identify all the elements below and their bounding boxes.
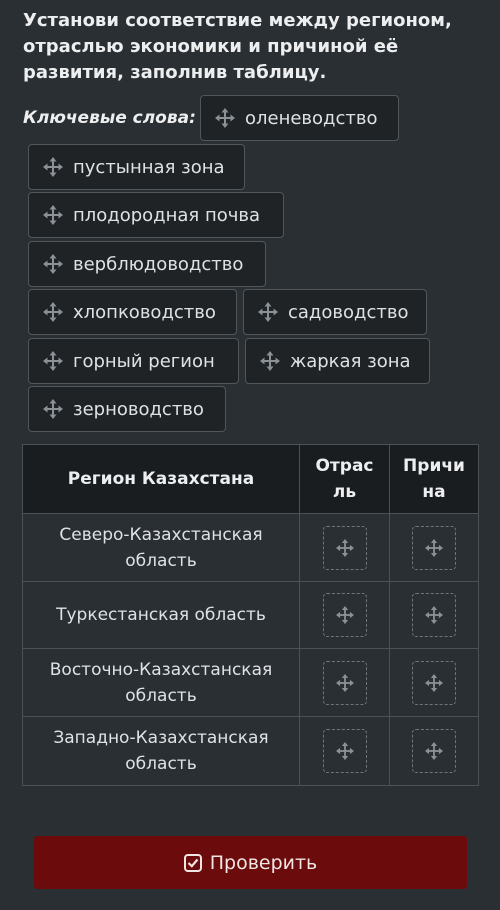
keyword-chip-label: горный регион	[73, 350, 215, 372]
keyword-chip-gardening[interactable]: садоводство	[243, 289, 427, 335]
answer-table: Регион Казахстана Отрас ль Причи на Севе…	[22, 444, 479, 786]
table-row-region: Северо-Казахстанская область	[22, 513, 300, 582]
region-name-line-2: область	[125, 685, 197, 706]
region-name-line-2: область	[125, 754, 197, 774]
task-line-1: Установи соответствие между регионом,	[23, 10, 452, 31]
keyword-chip-desert-zone[interactable]: пустынная зона	[28, 144, 245, 190]
move-icon	[335, 538, 354, 557]
industry-cell	[299, 716, 390, 786]
move-icon	[43, 254, 63, 274]
header-industry-line-1: Отрас	[315, 456, 374, 476]
industry-cell	[299, 648, 390, 717]
reason-cell	[389, 716, 479, 786]
reason-drop-zone[interactable]	[412, 525, 456, 570]
keyword-chip-mountain-region[interactable]: горный регион	[28, 338, 239, 384]
keyword-chip-reindeer-herding[interactable]: оленеводство	[200, 95, 399, 141]
reason-drop-zone[interactable]	[412, 593, 456, 637]
industry-cell	[299, 581, 390, 649]
move-icon	[425, 673, 443, 692]
move-icon	[425, 606, 443, 624]
keyword-chip-grain-farming[interactable]: зерноводство	[28, 386, 226, 432]
reason-drop-zone[interactable]	[412, 660, 456, 705]
industry-drop-zone[interactable]	[322, 525, 367, 570]
reason-cell	[389, 581, 479, 649]
keyword-chip-fertile-soil[interactable]: плодородная почва	[28, 192, 284, 238]
task-line-3: развития, заполнив таблицу.	[23, 62, 327, 83]
region-name-line-1: Туркестанская область	[56, 605, 266, 625]
move-icon	[335, 673, 354, 692]
reason-drop-zone[interactable]	[412, 729, 456, 773]
keyword-chip-label: плодородная почва	[73, 204, 261, 226]
move-icon	[425, 538, 443, 557]
move-icon	[258, 302, 278, 322]
move-icon	[260, 351, 280, 371]
keyword-chip-label: пустынная зона	[73, 156, 225, 178]
move-icon	[425, 742, 443, 760]
move-icon	[215, 108, 235, 128]
industry-drop-zone[interactable]	[322, 729, 367, 773]
industry-cell	[299, 513, 390, 582]
keywords-label: Ключевые слова:	[23, 108, 196, 128]
keyword-chip-label: оленеводство	[245, 107, 378, 129]
header-region: Регион Казахстана	[22, 444, 300, 514]
reason-cell	[389, 648, 479, 717]
check-button-label: Проверить	[209, 851, 318, 874]
region-name-line-1: Восточно-Казахстанская	[49, 659, 273, 680]
keyword-chip-label: садоводство	[288, 301, 409, 323]
move-icon	[43, 302, 63, 322]
keyword-chip-label: жаркая зона	[290, 350, 411, 372]
region-name-line-1: Северо-Казахстанская	[59, 524, 263, 545]
industry-drop-zone[interactable]	[322, 593, 367, 637]
move-icon	[43, 399, 63, 419]
move-icon	[43, 205, 63, 225]
move-icon	[335, 742, 354, 760]
keyword-chip-label: верблюдоводство	[73, 253, 244, 275]
table-row-region: Западно-Казахстанская область	[22, 716, 300, 786]
task-title: Установи соответствие между регионом, от…	[23, 8, 483, 86]
task-line-2: отраслью экономики и причиной её	[23, 36, 399, 57]
table-row-region: Туркестанская область	[22, 581, 300, 649]
keyword-chip-label: зерноводство	[73, 398, 204, 420]
checkbox-check-icon	[183, 853, 202, 872]
keyword-chip-hot-zone[interactable]: жаркая зона	[245, 338, 430, 384]
keyword-chip-cotton-growing[interactable]: хлопководство	[28, 289, 237, 335]
move-icon	[43, 351, 63, 371]
header-industry: Отрас ль	[299, 444, 390, 514]
reason-cell	[389, 513, 479, 582]
keyword-chip-label: хлопководство	[73, 301, 216, 323]
header-reason-line-1: Причи	[403, 456, 465, 476]
table-row-region: Восточно-Казахстанская область	[22, 648, 300, 717]
header-industry-line-2: ль	[332, 482, 357, 502]
check-button[interactable]: Проверить	[34, 836, 467, 889]
header-reason: Причи на	[389, 444, 479, 514]
move-icon	[335, 606, 354, 624]
region-name-line-2: область	[125, 550, 197, 571]
industry-drop-zone[interactable]	[322, 660, 367, 705]
keyword-chip-camel-breeding[interactable]: верблюдоводство	[28, 241, 266, 287]
region-name-line-1: Западно-Казахстанская	[53, 728, 269, 748]
move-icon	[43, 157, 63, 177]
header-reason-line-2: на	[422, 482, 446, 502]
